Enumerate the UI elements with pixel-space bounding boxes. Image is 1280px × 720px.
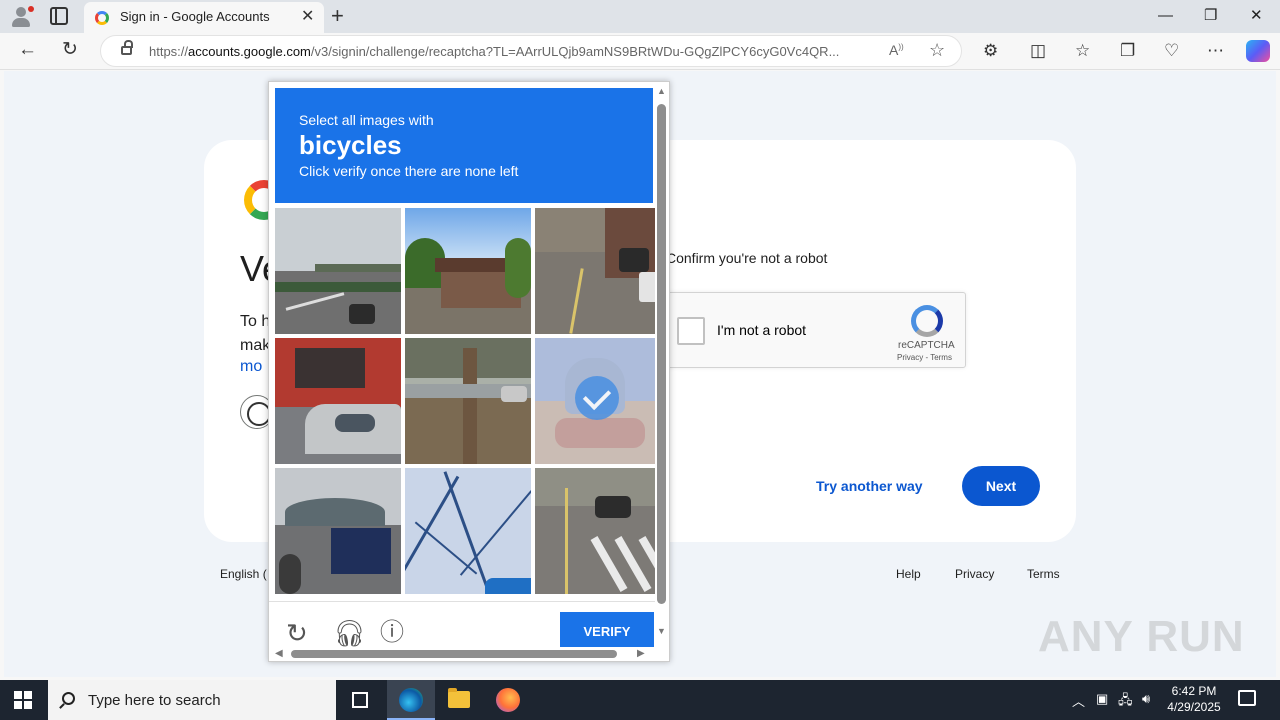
learn-more-link[interactable]: mo [240,358,262,376]
minimize-button[interactable]: — [1158,6,1173,26]
lock-icon[interactable] [121,40,133,55]
collections-icon[interactable]: ❐ [1120,41,1135,61]
language-selector[interactable]: English ( [220,567,267,581]
maximize-button[interactable]: ❐ [1204,6,1217,26]
captcha-tile-3[interactable] [535,208,661,334]
captcha-tile-9[interactable] [535,468,661,594]
search-placeholder: Type here to search [88,692,221,709]
taskbar-clock[interactable]: 6:42 PM 4/29/2025 [1164,683,1224,715]
horizontal-scrollbar[interactable]: ◀ ▶ [269,647,655,661]
volume-icon[interactable]: 🔊︎ [1142,691,1150,707]
checkmark-icon [575,376,619,420]
windows-taskbar: Type here to search ︿ ▣ 🖧︎ 🔊︎ 6:42 PM 4/… [0,680,1280,720]
recaptcha-challenge-popup: Select all images with bicycles Click ve… [268,81,670,662]
search-icon [62,692,75,705]
network-icon[interactable]: 🖧︎ [1118,691,1133,713]
split-screen-icon[interactable]: ◫ [1030,41,1046,61]
recaptcha-checkbox[interactable] [677,317,705,345]
tray-device-icon[interactable]: ▣ [1096,691,1108,707]
recaptcha-name: reCAPTCHA [898,340,955,351]
copilot-icon[interactable] [1246,40,1270,62]
challenge-object: bicycles [299,130,402,160]
task-view-icon [352,692,368,708]
read-aloud-icon[interactable]: A)) [889,42,904,58]
browser-toolbar: ← ↻ https://accounts.google.com/v3/signi… [0,33,1280,70]
captcha-tile-2[interactable] [405,208,531,334]
captcha-tile-1[interactable] [275,208,401,334]
footer-privacy-link[interactable]: Privacy [955,567,994,581]
scroll-up-arrow-icon[interactable]: ▲ [657,86,666,96]
captcha-tile-7[interactable] [275,468,401,594]
vertical-scrollbar[interactable]: ▲ ▼ [655,82,669,647]
description-text: To h mak [240,313,271,354]
google-favicon-icon [95,11,109,25]
try-another-way-button[interactable]: Try another way [816,478,923,494]
tab-close-icon[interactable]: ✕ [301,8,314,26]
footer-terms-link[interactable]: Terms [1027,567,1060,581]
taskbar-firefox[interactable] [484,680,532,720]
recaptcha-label: I'm not a robot [717,322,807,338]
tray-chevron-icon[interactable]: ︿ [1072,691,1085,710]
captcha-tile-4[interactable] [275,338,401,464]
windows-start-icon[interactable] [14,691,32,709]
edge-browser-icon [399,688,423,712]
captcha-tile-5[interactable] [405,338,531,464]
captcha-tile-6[interactable] [535,338,661,464]
horizontal-scroll-thumb[interactable] [291,650,617,658]
recaptcha-logo-icon [911,305,943,337]
taskbar-edge[interactable] [387,680,435,720]
scroll-left-arrow-icon[interactable]: ◀ [275,648,283,659]
verify-button[interactable]: VERIFY [560,612,654,648]
scroll-down-arrow-icon[interactable]: ▼ [657,626,666,636]
favorites-icon[interactable]: ☆ [1075,41,1090,61]
vertical-scroll-thumb[interactable] [657,104,666,604]
challenge-header: Select all images with bicycles Click ve… [275,88,653,203]
new-tab-button[interactable]: + [331,4,344,28]
close-window-button[interactable]: ✕ [1250,6,1263,26]
extensions-icon[interactable]: ⚙ [983,41,998,61]
file-explorer-icon [448,688,470,708]
back-arrow-icon[interactable]: ← [18,39,37,61]
taskbar-file-explorer[interactable] [435,680,483,720]
challenge-subtext: Click verify once there are none left [299,163,519,179]
recaptcha-widget: I'm not a robot reCAPTCHA Privacy - Term… [664,292,966,368]
address-bar[interactable]: https://accounts.google.com/v3/signin/ch… [100,35,962,67]
browser-essentials-icon[interactable]: ♡ [1164,41,1179,61]
firefox-icon [496,688,520,712]
tab-sign-in[interactable]: Sign in - Google Accounts ✕ [84,2,324,33]
profile-icon[interactable] [8,5,34,27]
task-view-button[interactable] [336,680,384,720]
tab-title: Sign in - Google Accounts [120,9,270,24]
footer-help-link[interactable]: Help [896,567,921,581]
more-menu-icon[interactable]: ⋯ [1207,41,1224,61]
scroll-right-arrow-icon[interactable]: ▶ [637,648,645,659]
help-info-icon[interactable]: ⓘ [380,619,404,647]
reload-challenge-icon[interactable]: ↻ [286,619,308,647]
favorite-star-icon[interactable]: ☆ [929,40,945,61]
taskbar-search-box[interactable]: Type here to search [48,680,336,720]
captcha-tile-8[interactable] [405,468,531,594]
challenge-instruction: Select all images with [299,112,434,128]
browser-tab-bar: Sign in - Google Accounts ✕ + — ❐ ✕ [0,0,1280,33]
challenge-divider [269,601,655,602]
url-text[interactable]: https://accounts.google.com/v3/signin/ch… [149,44,875,59]
anyrun-watermark: ANY RUN [1038,612,1245,661]
audio-challenge-icon[interactable]: 🎧︎ [333,619,366,647]
recaptcha-privacy-terms[interactable]: Privacy - Terms [897,353,952,362]
next-button[interactable]: Next [962,466,1040,506]
notification-center-icon[interactable] [1238,690,1256,706]
confirm-robot-text: Confirm you're not a robot [666,250,828,266]
refresh-icon[interactable]: ↻ [62,39,78,61]
tab-actions-icon[interactable] [50,7,68,25]
